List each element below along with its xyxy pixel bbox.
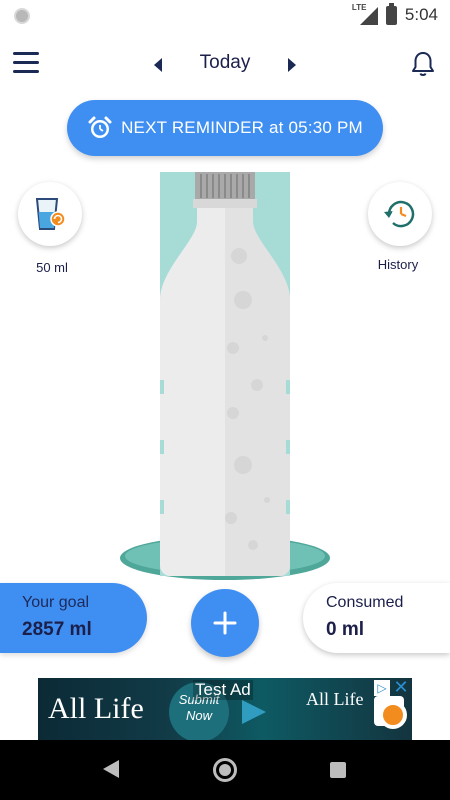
add-water-button[interactable] <box>191 589 259 657</box>
plus-icon <box>213 611 237 635</box>
clock-time: 5:04 <box>404 5 438 24</box>
water-glass-icon <box>35 198 66 230</box>
hamburger-menu-icon[interactable] <box>13 52 39 74</box>
history-label: History <box>377 257 419 272</box>
reminder-text: NEXT REMINDER at 05:30 PM <box>121 118 363 137</box>
goal-value: 2857 ml <box>22 619 92 640</box>
consumed-card: Consumed 0 ml <box>303 583 450 653</box>
back-icon[interactable] <box>103 760 119 778</box>
next-reminder-button[interactable]: NEXT REMINDER at 05:30 PM <box>67 100 383 156</box>
battery-icon <box>385 2 397 25</box>
play-icon <box>242 700 266 724</box>
history-clock-icon <box>384 200 415 228</box>
ad-brand-text: All Life <box>48 692 144 725</box>
toolbar: Today <box>0 40 450 90</box>
status-icons: LTE 5:04 <box>352 2 438 25</box>
status-bar: LTE 5:04 <box>0 0 450 32</box>
chevron-left-icon[interactable] <box>150 55 166 75</box>
cup-size-label: 50 ml <box>36 260 68 275</box>
date-label: Today <box>199 52 251 73</box>
cup-size-button[interactable] <box>18 182 82 246</box>
notification-dot-icon <box>14 8 30 24</box>
ad-logo: All Life <box>306 689 364 709</box>
bell-icon[interactable] <box>410 50 436 78</box>
goal-card[interactable]: Your goal 2857 ml <box>0 583 147 653</box>
home-icon[interactable] <box>213 758 237 782</box>
chevron-right-icon[interactable] <box>284 55 300 75</box>
consumed-title: Consumed <box>326 594 404 611</box>
alarm-clock-icon <box>88 116 112 138</box>
signal-icon: LTE <box>352 3 378 25</box>
ad-banner[interactable]: All Life Submit Now Test Ad All Life ▷ ✕ <box>38 678 412 740</box>
goal-title: Your goal <box>22 594 90 611</box>
recent-apps-icon[interactable] <box>330 762 346 778</box>
ad-app-icon <box>374 696 407 729</box>
consumed-value: 0 ml <box>326 619 365 640</box>
close-icon[interactable]: ✕ <box>392 678 410 696</box>
adchoices-icon[interactable]: ▷ <box>374 680 390 696</box>
system-nav-bar <box>0 740 450 800</box>
history-button[interactable] <box>368 182 432 246</box>
test-ad-label: Test Ad <box>193 680 253 700</box>
water-bottle-illustration <box>120 172 330 580</box>
